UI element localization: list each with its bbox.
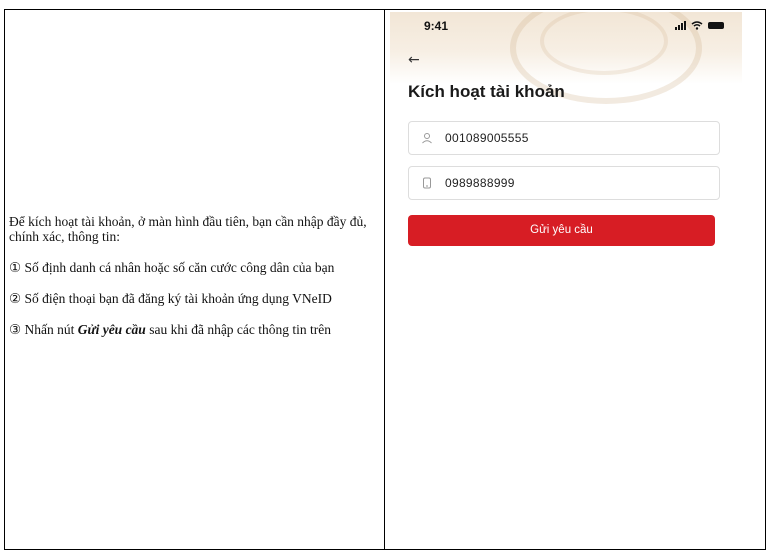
wifi-icon <box>691 21 703 30</box>
back-arrow-icon[interactable]: ← <box>408 52 420 68</box>
id-number-value: 001089005555 <box>445 131 529 145</box>
phone-screenshot: 9:41 ← Kích hoạt tài khoản 001089005555 … <box>390 12 742 274</box>
id-number-field[interactable]: 001089005555 <box>408 121 720 155</box>
signal-icon <box>675 21 686 30</box>
step-2-text: ② Số điện thoại bạn đã đăng ký tài khoản… <box>9 291 332 306</box>
page-title: Kích hoạt tài khoản <box>408 82 565 101</box>
step-3-prefix: ③ Nhấn nút <box>9 322 78 337</box>
column-divider <box>384 9 385 550</box>
status-icons <box>675 21 724 30</box>
step-1-text: ① Số định danh cá nhân hoặc số căn cước … <box>9 260 335 275</box>
intro-text: Để kích hoạt tài khoản, ở màn hình đầu t… <box>9 214 367 244</box>
instructions-column: Để kích hoạt tài khoản, ở màn hình đầu t… <box>9 214 379 353</box>
step-3-button-name: Gửi yêu cầu <box>77 322 146 337</box>
step-3-text: ③ Nhấn nút Gửi yêu cầu sau khi đã nhập c… <box>9 322 379 337</box>
battery-icon <box>708 22 724 29</box>
phone-number-value: 0989888999 <box>445 176 515 190</box>
user-icon <box>422 133 432 144</box>
phone-number-field[interactable]: 0989888999 <box>408 166 720 200</box>
submit-request-button[interactable]: Gửi yêu cầu <box>408 215 715 246</box>
phone-icon <box>423 177 431 189</box>
step-3-suffix: sau khi đã nhập các thông tin trên <box>145 322 332 337</box>
status-time: 9:41 <box>424 19 449 33</box>
